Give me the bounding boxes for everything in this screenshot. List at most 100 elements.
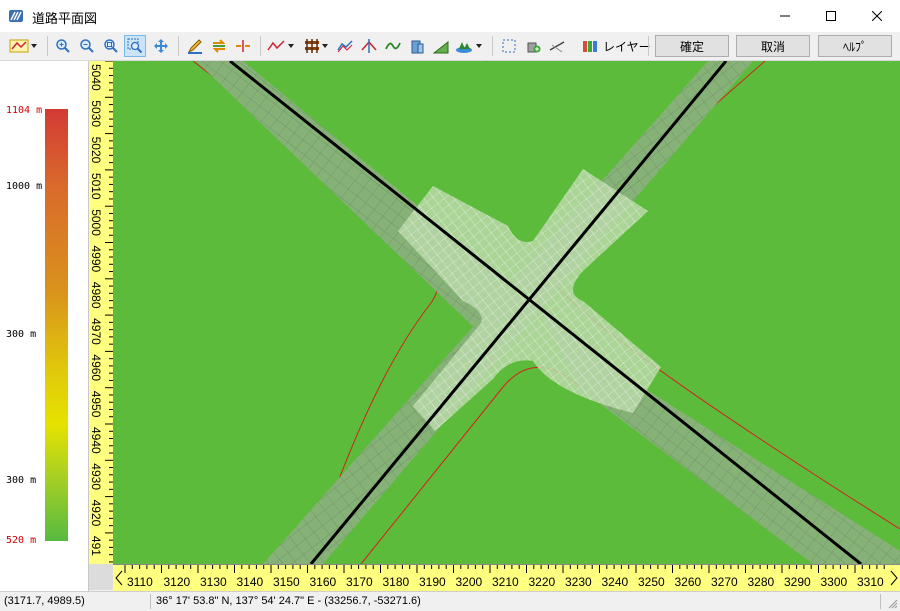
swap-button[interactable]: [208, 35, 230, 57]
window-title: 道路平面図: [32, 11, 98, 26]
close-icon: [872, 11, 882, 21]
legend-label: 300 m: [6, 329, 37, 340]
vertical-ruler[interactable]: 5040 5030 5020 5010 5000 4990 4980 4970 4960 4950…: [89, 61, 114, 564]
draw-edit-button[interactable]: [184, 35, 206, 57]
ruler-tick-label: 3270: [711, 575, 738, 589]
elevation-legend: 1104 m 1000 m 300 m 300 m 520 m: [0, 61, 89, 592]
ruler-corner: [89, 564, 113, 590]
local-coordinates: (3171.7, 4989.5): [4, 595, 85, 607]
ruler-tick-label: 3240: [602, 575, 629, 589]
ruler-tick-label: 3210: [492, 575, 519, 589]
vertical-ruler-scale: 5040 5030 5020 5010 5000 4990 4980 4970 4960 4950…: [89, 61, 113, 563]
zoom-in-icon: [56, 39, 70, 53]
ruler-tick-label: 4960: [89, 354, 103, 381]
zoom-fit-button[interactable]: [100, 35, 122, 57]
ruler-tick-label: 3290: [784, 575, 811, 589]
zoom-out-icon: [80, 39, 94, 53]
railway-dropdown-icon: [305, 39, 328, 53]
minimize-icon: [780, 15, 790, 17]
ruler-tick-label: 4950: [89, 391, 103, 418]
ruler-tick-label: 4980: [89, 282, 103, 309]
layer-label: レイヤー: [603, 39, 651, 54]
curve-button[interactable]: [382, 35, 404, 57]
status-bar: (3171.7, 4989.5) 36° 17' 53.8" N, 137° 5…: [0, 591, 900, 611]
profile-line-dropdown-button[interactable]: [266, 35, 298, 57]
ruler-tick-label: 3200: [456, 575, 483, 589]
ruler-tick-label: 3110: [127, 575, 153, 589]
ruler-tick-label: 4920: [89, 500, 103, 527]
terrain-dropdown-button[interactable]: [454, 35, 486, 57]
ruler-tick-label: 3120: [164, 575, 191, 589]
ruler-tick-label: 3160: [310, 575, 337, 589]
measure-button[interactable]: [546, 35, 568, 57]
title-bar: 道路平面図: [0, 0, 900, 32]
scroll-left-icon[interactable]: [115, 570, 123, 586]
zoom-window-button[interactable]: [124, 35, 146, 57]
road-plan-drawing: [113, 61, 900, 564]
polyline-dropdown-button[interactable]: [8, 35, 42, 57]
pan-button[interactable]: [150, 35, 172, 57]
ruler-tick-label: 3180: [383, 575, 410, 589]
swap-icon: [212, 39, 226, 53]
confirm-button[interactable]: 確定: [655, 35, 729, 57]
slope-button[interactable]: [430, 35, 452, 57]
toolbar: レイヤー 確定 取消 ﾍﾙﾌﾟ: [0, 32, 900, 61]
draw-edit-icon: [187, 39, 202, 54]
close-button[interactable]: [854, 0, 900, 32]
minimize-button[interactable]: [762, 0, 808, 32]
profile-line-dropdown-icon: [267, 40, 294, 51]
map-canvas[interactable]: [113, 61, 900, 564]
zoom-fit-icon: [104, 39, 118, 53]
ruler-tick-label: 3250: [638, 575, 665, 589]
ruler-tick-label: 3230: [565, 575, 592, 589]
measure-icon: [549, 41, 565, 53]
ruler-tick-label: 3150: [273, 575, 300, 589]
ruler-tick-label: 3140: [237, 575, 264, 589]
zoom-window-icon: [127, 38, 143, 54]
ruler-tick-label: 3280: [748, 575, 775, 589]
ruler-tick-label: 5020: [89, 137, 103, 164]
cancel-button[interactable]: 取消: [736, 35, 810, 57]
select-rect-button[interactable]: [498, 35, 520, 57]
slope-icon: [433, 40, 449, 54]
zoom-in-button[interactable]: [52, 35, 74, 57]
maximize-button[interactable]: [808, 0, 854, 32]
ruler-tick-label: 3190: [419, 575, 446, 589]
ruler-tick-label: 491: [89, 536, 103, 556]
ruler-tick-label: 5030: [89, 100, 103, 127]
legend-label-max: 1104 m: [6, 105, 43, 116]
ruler-tick-label: 5010: [89, 173, 103, 200]
building-icon: [411, 40, 424, 54]
split-line-button[interactable]: [232, 35, 254, 57]
ruler-tick-label: 3300: [821, 575, 848, 589]
ruler-tick-label: 3260: [675, 575, 702, 589]
ruler-tick-label: 4940: [89, 427, 103, 454]
zoom-out-button[interactable]: [76, 35, 98, 57]
ruler-tick-label: 3170: [346, 575, 373, 589]
scroll-right-icon[interactable]: [890, 570, 898, 586]
resize-grip-icon[interactable]: [888, 599, 898, 609]
polyline-dropdown-icon: [9, 39, 37, 53]
maximize-icon: [826, 11, 836, 21]
cross-line-button[interactable]: [358, 35, 380, 57]
split-line-icon: [236, 40, 250, 52]
ruler-tick-label: 5000: [89, 209, 103, 236]
ruler-tick-label: 3220: [529, 575, 556, 589]
elevation-colorbar: [45, 109, 68, 541]
line-tool-button[interactable]: [334, 35, 356, 57]
geo-coordinates: 36° 17' 53.8" N, 137° 54' 24.7" E - (332…: [156, 595, 421, 607]
railway-dropdown-button[interactable]: [302, 35, 332, 57]
layer-button[interactable]: レイヤー: [582, 35, 651, 57]
ruler-tick-label: 4930: [89, 463, 103, 490]
building-button[interactable]: [406, 35, 428, 57]
select-rect-icon: [502, 39, 516, 53]
help-button[interactable]: ﾍﾙﾌﾟ: [818, 35, 892, 57]
ruler-tick-label: 3310: [857, 575, 884, 589]
horizontal-ruler[interactable]: 3110 3120 3130 3140 3150 3160 3170 3180 3190 3200…: [113, 564, 900, 591]
legend-label: 300 m: [6, 475, 37, 486]
ruler-tick-label: 5040: [89, 64, 103, 91]
add-object-button[interactable]: [522, 35, 544, 57]
pan-icon: [154, 39, 168, 53]
legend-label: 1000 m: [6, 181, 43, 192]
legend-label-min: 520 m: [6, 535, 37, 546]
